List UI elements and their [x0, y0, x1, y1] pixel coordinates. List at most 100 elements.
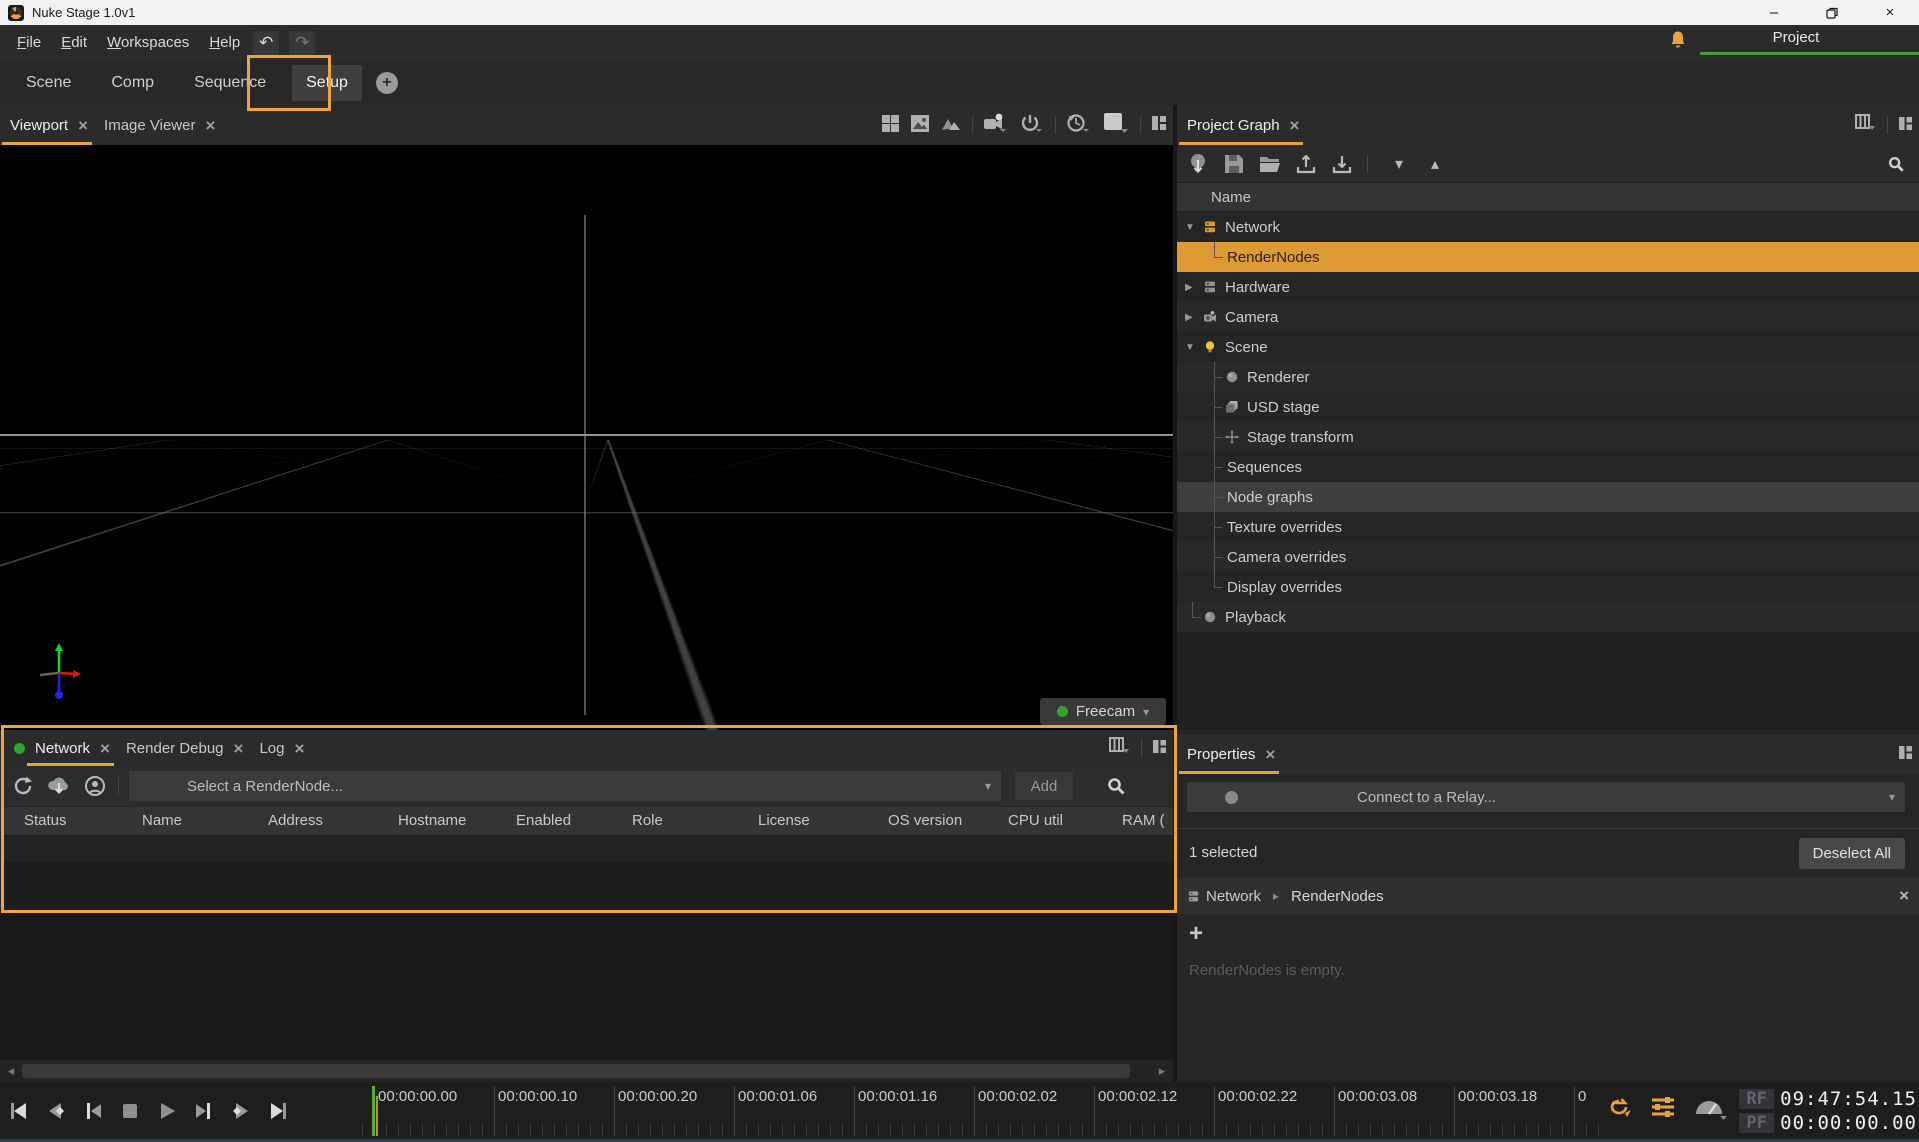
redo-icon[interactable]: ↷ — [289, 31, 315, 55]
expander-icon[interactable]: ▶ — [1185, 312, 1203, 323]
menu-workspaces[interactable]: Workspaces — [104, 31, 192, 54]
tree-item-node-graphs[interactable]: Node graphs — [1177, 482, 1919, 512]
collapse-all-icon[interactable]: ▴ — [1420, 151, 1450, 177]
close-properties-icon[interactable]: × — [1899, 886, 1909, 906]
column-header-role[interactable]: Role — [632, 812, 663, 829]
close-tab-icon[interactable]: × — [234, 740, 244, 757]
previous-frame-icon[interactable] — [80, 1098, 106, 1124]
column-header-name[interactable]: Name — [142, 812, 182, 829]
skip-to-start-icon[interactable] — [6, 1098, 32, 1124]
close-button[interactable]: × — [1861, 0, 1919, 25]
split-panel-icon[interactable] — [1898, 745, 1913, 764]
project-tab[interactable]: Project — [1701, 29, 1891, 46]
next-frame-icon[interactable] — [191, 1098, 217, 1124]
split-panel-icon[interactable] — [1151, 115, 1167, 135]
menu-file[interactable]: File — [14, 31, 44, 54]
tree-item-texture-overrides[interactable]: Texture overrides — [1177, 512, 1919, 542]
scroll-right-icon[interactable]: ▸ — [1151, 1063, 1173, 1079]
column-header-license[interactable]: License — [758, 812, 810, 829]
expand-all-icon[interactable]: ▾ — [1384, 151, 1414, 177]
tab-image-viewer[interactable]: Image Viewer × — [94, 105, 221, 145]
minimize-button[interactable]: – — [1745, 0, 1803, 25]
camera-selector-dropdown[interactable]: Freecam ▾ — [1040, 698, 1166, 725]
playback-speed-gauge-icon[interactable] — [1692, 1092, 1730, 1126]
import-icon[interactable] — [1327, 151, 1357, 177]
viewport-3d[interactable]: Freecam ▾ — [0, 145, 1173, 730]
timeline-ruler[interactable]: 00:00:00.00 00:00:00.10 00:00:00.20 00:0… — [360, 1086, 1604, 1136]
image-view-icon[interactable] — [910, 114, 930, 137]
breadcrumb-current[interactable]: RenderNodes — [1291, 888, 1384, 905]
close-tab-icon[interactable]: × — [295, 740, 305, 757]
horizontal-scrollbar[interactable]: ◂ ▸ — [0, 1060, 1173, 1082]
rendernode-select-dropdown[interactable]: Select a RenderNode... ▾ — [129, 771, 1001, 801]
discover-nodes-icon[interactable] — [80, 773, 110, 799]
display-options-icon[interactable] — [1102, 112, 1130, 138]
tree-item-playback[interactable]: Playback — [1177, 602, 1919, 632]
column-header-hostname[interactable]: Hostname — [398, 812, 466, 829]
notification-bell-icon[interactable] — [1669, 30, 1687, 54]
columns-options-icon[interactable] — [1855, 114, 1877, 136]
stage-sync-icon[interactable] — [1183, 151, 1213, 177]
export-icon[interactable] — [1291, 151, 1321, 177]
column-header-ram[interactable]: RAM ( — [1122, 812, 1165, 829]
sync-time-options-icon[interactable] — [1066, 113, 1092, 137]
scroll-left-icon[interactable]: ◂ — [0, 1063, 22, 1079]
quad-view-icon[interactable] — [881, 114, 900, 137]
workspace-tab-comp[interactable]: Comp — [97, 65, 168, 101]
breadcrumb-root[interactable]: Network — [1206, 888, 1261, 905]
search-icon[interactable] — [1881, 151, 1911, 177]
close-tab-icon[interactable]: × — [1290, 117, 1300, 134]
undo-icon[interactable]: ↶ — [253, 31, 279, 55]
tree-item-hardware[interactable]: ▶ Hardware — [1177, 272, 1919, 302]
menu-edit[interactable]: Edit — [58, 31, 90, 54]
menu-help[interactable]: Help — [206, 31, 243, 54]
camera-options-icon[interactable] — [983, 113, 1009, 137]
loop-playback-icon[interactable] — [1606, 1093, 1634, 1125]
tree-item-stage-transform[interactable]: Stage transform — [1177, 422, 1919, 452]
playhead[interactable] — [372, 1086, 375, 1136]
restore-button[interactable] — [1803, 0, 1861, 25]
add-workspace-icon[interactable]: + — [376, 72, 398, 94]
search-icon[interactable] — [1101, 773, 1131, 799]
split-panel-icon[interactable] — [1898, 116, 1913, 135]
expander-icon[interactable]: ▼ — [1185, 222, 1203, 233]
workspace-tab-sequence[interactable]: Sequence — [180, 65, 280, 101]
save-icon[interactable] — [1219, 151, 1249, 177]
tree-item-display-overrides[interactable]: Display overrides — [1177, 572, 1919, 602]
refresh-icon[interactable] — [8, 773, 38, 799]
column-header-status[interactable]: Status — [24, 812, 67, 829]
tree-item-network[interactable]: ▼ Network — [1177, 212, 1919, 242]
column-header-cpu-util[interactable]: CPU util — [1008, 812, 1063, 829]
workspace-tab-scene[interactable]: Scene — [12, 65, 85, 101]
tree-item-rendernodes[interactable]: RenderNodes — [1177, 242, 1919, 272]
tree-item-camera[interactable]: ▶ Camera — [1177, 302, 1919, 332]
add-rendernode-button[interactable]: Add — [1015, 772, 1073, 800]
relay-connect-dropdown[interactable]: Connect to a Relay... ▾ — [1187, 782, 1905, 812]
tab-properties[interactable]: Properties × — [1177, 734, 1281, 774]
column-header-enabled[interactable]: Enabled — [516, 812, 571, 829]
close-tab-icon[interactable]: × — [78, 117, 88, 134]
timeline-settings-icon[interactable] — [1650, 1093, 1676, 1125]
deselect-all-button[interactable]: Deselect All — [1799, 838, 1905, 869]
close-tab-icon[interactable]: × — [100, 740, 110, 757]
play-backward-icon[interactable] — [43, 1098, 69, 1124]
tree-item-renderer[interactable]: Renderer — [1177, 362, 1919, 392]
cloud-download-icon[interactable] — [44, 773, 74, 799]
column-header-os-version[interactable]: OS version — [888, 812, 962, 829]
tab-viewport[interactable]: Viewport × — [0, 105, 94, 145]
columns-options-icon[interactable] — [1109, 737, 1131, 759]
tab-project-graph[interactable]: Project Graph × — [1177, 105, 1305, 145]
tree-item-usd-stage[interactable]: USD stage — [1177, 392, 1919, 422]
close-tab-icon[interactable]: × — [1265, 746, 1275, 763]
tree-item-scene[interactable]: ▼ Scene — [1177, 332, 1919, 362]
power-options-icon[interactable] — [1019, 113, 1045, 137]
add-property-button[interactable]: + — [1189, 922, 1203, 946]
rendernode-table-body[interactable] — [2, 836, 1173, 910]
scrollbar-thumb[interactable] — [22, 1064, 1130, 1078]
tab-network[interactable]: Network × — [25, 730, 116, 766]
play-forward-icon[interactable] — [228, 1098, 254, 1124]
close-tab-icon[interactable]: × — [205, 117, 215, 134]
tab-render-debug[interactable]: Render Debug × — [116, 730, 250, 766]
environment-icon[interactable] — [940, 114, 962, 136]
tree-item-sequences[interactable]: Sequences — [1177, 452, 1919, 482]
